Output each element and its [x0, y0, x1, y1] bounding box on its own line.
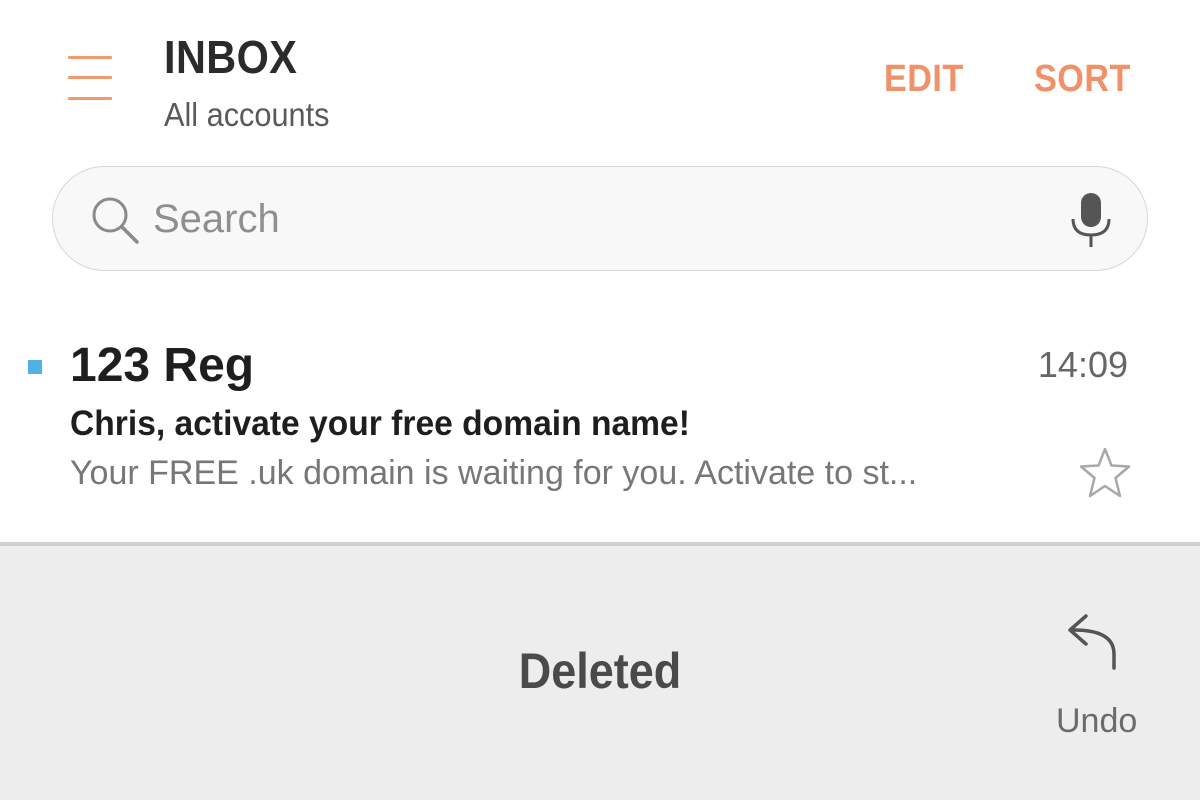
- undo-label: Undo: [1056, 702, 1138, 740]
- email-subject: Chris, activate your free domain name!: [70, 404, 690, 443]
- search-bar[interactable]: [52, 166, 1148, 271]
- unread-indicator: [28, 360, 42, 374]
- menu-bar: [68, 76, 112, 79]
- email-app: INBOX All accounts EDIT SORT 123 Reg 14:…: [0, 0, 1200, 800]
- email-time: 14:09: [1037, 344, 1128, 385]
- menu-bar: [68, 97, 112, 100]
- menu-bar: [68, 56, 112, 59]
- email-sender: 123 Reg: [70, 339, 255, 392]
- search-input[interactable]: [153, 193, 1033, 245]
- star-outline-icon[interactable]: [1078, 446, 1132, 500]
- snackbar: Deleted Undo: [0, 546, 1200, 800]
- edit-button[interactable]: EDIT: [884, 58, 964, 101]
- page-title: INBOX: [164, 31, 298, 83]
- menu-icon[interactable]: [62, 50, 118, 110]
- sort-button[interactable]: SORT: [1034, 58, 1131, 101]
- search-icon: [92, 197, 139, 244]
- microphone-icon[interactable]: [1069, 191, 1113, 249]
- snackbar-message: Deleted: [518, 643, 682, 699]
- email-preview: Your FREE .uk domain is waiting for you.…: [70, 454, 918, 492]
- undo-button[interactable]: Undo: [1040, 606, 1150, 746]
- account-selector[interactable]: All accounts: [164, 96, 329, 134]
- undo-arrow-icon: [1068, 614, 1116, 670]
- email-list-item[interactable]: 123 Reg 14:09 Chris, activate your free …: [0, 300, 1200, 542]
